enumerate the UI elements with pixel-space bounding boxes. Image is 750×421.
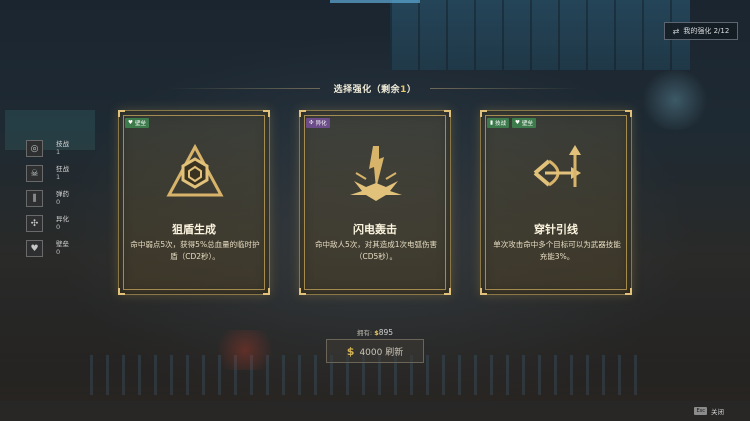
card-title: 穿针引线 xyxy=(534,223,578,236)
mutation-icon: ✣ xyxy=(309,120,314,126)
card-corner xyxy=(480,288,487,295)
stat-value: 0 xyxy=(56,198,61,206)
refresh-label: 4000 刷新 xyxy=(359,347,404,358)
stat-item-ammo: ⫼ 弹药 0 xyxy=(26,190,86,215)
stat-item-berserk: ☠ 狂战 1 xyxy=(26,165,86,190)
background-accent xyxy=(330,0,420,3)
selection-header: 选择强化（剩余1） xyxy=(0,80,750,96)
stat-label: 技战 xyxy=(56,140,69,148)
owned-label: 拥有: xyxy=(356,329,373,337)
tag-tactics: ▮ 技战 xyxy=(487,118,510,128)
owned-amount: 895 xyxy=(378,328,394,337)
tag-label: 异化 xyxy=(315,121,327,127)
lightning-strike-icon xyxy=(350,146,402,201)
background-light xyxy=(640,70,710,130)
heart-shield-icon: ♥ xyxy=(26,240,43,257)
swap-icon: ⇄ xyxy=(672,26,680,36)
card-corner xyxy=(625,110,632,117)
hex-shield-icon xyxy=(166,143,224,197)
upgrade-category-list: ◎ 技战 1 ☠ 狂战 1 ⫼ 弹药 0 ✣ 异化 0 ♥ 壁垒 0 xyxy=(26,140,86,265)
stat-value: 1 xyxy=(56,173,61,181)
card-tags: ✣ 异化 xyxy=(306,118,330,128)
stat-value: 1 xyxy=(56,148,61,156)
tag-label: 技战 xyxy=(495,121,507,127)
remaining-count: 1 xyxy=(400,84,407,95)
page-title: 选择强化（剩余1） xyxy=(334,82,417,95)
stat-item-mutation: ✣ 异化 0 xyxy=(26,215,86,240)
esc-key-icon: Esc xyxy=(694,407,707,415)
coin-icon: $ xyxy=(346,344,355,358)
upgrade-card-shield[interactable]: ♥ 壁垒 狙盾生成 命中弱点5次，获得5%总血量的临时护盾（CD2秒）。 xyxy=(118,110,270,295)
mutation-icon: ✣ xyxy=(26,215,43,232)
close-label: 关闭 xyxy=(711,408,724,416)
bottom-bar: Esc 关闭 xyxy=(0,401,750,421)
close-button[interactable]: Esc 关闭 xyxy=(694,406,724,416)
card-corner xyxy=(263,110,270,117)
heart-icon: ♥ xyxy=(515,120,520,126)
tag-bulwark: ♥ 壁垒 xyxy=(512,118,536,128)
background-window xyxy=(390,0,690,70)
card-corner xyxy=(299,110,306,117)
stat-item-bulwark: ♥ 壁垒 0 xyxy=(26,240,86,265)
refresh-button[interactable]: $ 4000 刷新 xyxy=(326,339,424,363)
card-title: 狙盾生成 xyxy=(172,223,216,236)
card-corner xyxy=(444,110,451,117)
card-corner xyxy=(118,110,125,117)
skull-icon: ☠ xyxy=(26,165,43,182)
target-icon: ◎ xyxy=(26,140,43,157)
card-corner xyxy=(299,288,306,295)
my-upgrades-button[interactable]: ⇄ 我的强化 2/12 xyxy=(664,22,738,40)
stat-label: 狂战 xyxy=(56,165,69,173)
card-description: 命中敌人5次，对其造成1次电弧伤害（CD5秒）。 xyxy=(314,240,438,261)
card-description: 命中弱点5次，获得5%总血量的临时护盾（CD2秒）。 xyxy=(130,240,260,261)
stat-value: 0 xyxy=(56,248,61,256)
stat-label: 弹药 xyxy=(56,190,69,198)
header-divider-right xyxy=(430,88,580,89)
card-corner xyxy=(480,110,487,117)
bow-arrow-icon xyxy=(533,145,581,187)
card-corner xyxy=(118,288,125,295)
tag-bulwark: ♥ 壁垒 xyxy=(125,118,149,128)
my-upgrades-label: 我的强化 2/12 xyxy=(683,27,730,35)
tag-mutation: ✣ 异化 xyxy=(306,118,330,128)
owned-currency: 拥有: $895 xyxy=(0,327,750,337)
upgrade-card-lightning[interactable]: ✣ 异化 闪电轰击 命中敌人5次，对其造成1次电弧伤害（CD5秒）。 xyxy=(299,110,451,295)
tag-label: 壁垒 xyxy=(521,121,533,127)
title-suffix: ） xyxy=(406,84,417,95)
card-corner xyxy=(625,288,632,295)
upgrade-card-threading[interactable]: ▮ 技战 ♥ 壁垒 穿针引线 单次攻击命中多个目标可以为武器技能充能3%。 xyxy=(480,110,632,295)
card-title: 闪电轰击 xyxy=(353,223,397,236)
title-prefix: 选择强化（剩余 xyxy=(333,84,401,95)
card-tags: ▮ 技战 ♥ 壁垒 xyxy=(487,118,536,128)
heart-icon: ♥ xyxy=(128,120,133,126)
stat-label: 异化 xyxy=(56,215,69,223)
card-corner xyxy=(263,288,270,295)
stat-label: 壁垒 xyxy=(56,240,69,248)
card-tags: ♥ 壁垒 xyxy=(125,118,149,128)
header-divider-left xyxy=(170,88,320,89)
ammo-icon: ▮ xyxy=(490,120,494,126)
card-description: 单次攻击命中多个目标可以为武器技能充能3%。 xyxy=(493,240,621,261)
stat-item-tactics: ◎ 技战 1 xyxy=(26,140,86,165)
tag-label: 壁垒 xyxy=(134,121,146,127)
ammo-icon: ⫼ xyxy=(26,190,43,207)
card-corner xyxy=(444,288,451,295)
stat-value: 0 xyxy=(56,223,61,231)
